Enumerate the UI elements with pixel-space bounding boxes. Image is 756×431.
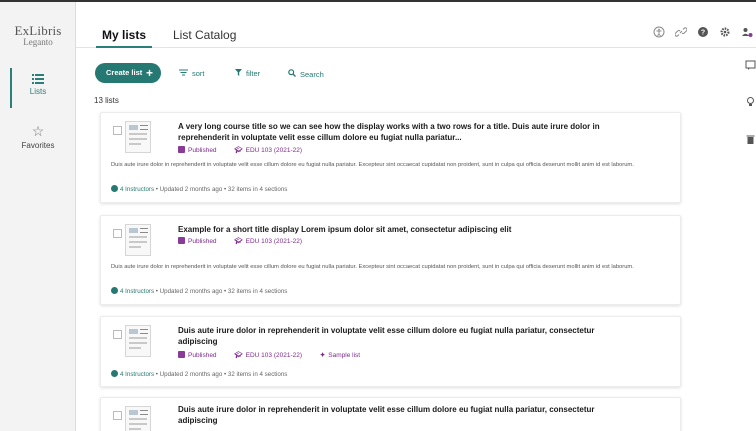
select-checkbox[interactable] <box>113 126 122 135</box>
sidebar-item-favorites[interactable]: ☆ Favorites <box>0 124 76 150</box>
document-icon <box>125 121 151 153</box>
sparkle-icon: ✦ <box>319 352 326 359</box>
course-label: EDU 103 (2021-22) <box>245 238 303 245</box>
filter-icon <box>235 69 242 78</box>
list-icon <box>32 74 44 84</box>
document-icon <box>125 224 151 256</box>
list-meta: Published 🎓︎ EDU 103 (2021-22) ✦ Sample li… <box>178 351 360 361</box>
tab-list-catalog[interactable]: List Catalog <box>173 28 236 42</box>
list-meta: Published 🎓︎ EDU 103 (2021-22) <box>178 146 302 156</box>
list-count: 13 lists <box>94 96 119 105</box>
list-description: Duis aute irure dolor in reprehenderit i… <box>111 162 634 168</box>
create-list-label: Create list <box>106 68 143 77</box>
graduation-cap-icon: 🎓︎ <box>234 352 243 359</box>
tab-label: List Catalog <box>173 28 237 42</box>
user-icon[interactable] <box>740 26 754 40</box>
app-frame: ExLibris Leganto Lists ☆ Favorites My li… <box>0 0 756 431</box>
list-thumbnail <box>113 325 153 357</box>
list-thumbnail <box>113 406 153 431</box>
comment-icon[interactable] <box>745 60 756 71</box>
list-footer: 4 Instructors • Updated 2 months ago • 3… <box>111 287 287 296</box>
filter-label: filter <box>246 69 261 78</box>
list-thumbnail <box>113 121 153 153</box>
sort-label: sort <box>192 69 205 78</box>
list-card[interactable]: Duis aute irure dolor in reprehenderit i… <box>100 316 681 387</box>
sidebar-item-lists[interactable]: Lists <box>0 68 76 112</box>
create-list-button[interactable]: Create list + <box>95 63 161 83</box>
list-card[interactable]: Duis aute irure dolor in reprehenderit i… <box>100 397 681 431</box>
course-label: EDU 103 (2021-22) <box>245 147 303 154</box>
sidebar-item-label: Favorites <box>21 141 55 150</box>
link-icon[interactable] <box>674 26 688 40</box>
status-label: Published <box>188 352 217 359</box>
settings-icon[interactable] <box>718 26 732 40</box>
search-label: Search <box>300 70 324 79</box>
lightbulb-icon[interactable] <box>745 96 756 107</box>
tab-label: My lists <box>102 28 147 42</box>
list-thumbnail <box>113 224 153 256</box>
instructors-link[interactable]: 4 Instructors <box>111 185 154 193</box>
list-card[interactable]: Example for a short title display Lorem … <box>100 215 681 305</box>
active-indicator <box>10 68 12 108</box>
graduation-cap-icon: 🎓︎ <box>234 238 243 245</box>
right-rail <box>740 50 756 431</box>
document-icon <box>125 406 151 431</box>
active-tab-underline <box>96 46 153 48</box>
trash-icon[interactable] <box>745 134 756 145</box>
instructor-icon <box>111 287 118 294</box>
list-footer: 4 Instructors • Updated 2 months ago • 3… <box>111 185 287 194</box>
instructor-icon <box>111 370 118 377</box>
select-checkbox[interactable] <box>113 229 122 238</box>
instructors-link[interactable]: 4 Instructors <box>111 287 154 295</box>
list-stats: • Updated 2 months ago • 32 items in 4 s… <box>155 186 288 193</box>
select-checkbox[interactable] <box>113 411 122 420</box>
search-icon <box>288 69 296 79</box>
published-icon <box>178 351 185 358</box>
list-title[interactable]: A very long course title so we can see h… <box>178 121 608 143</box>
top-bar: My lists List Catalog ? <box>76 2 756 48</box>
filter-button[interactable]: filter <box>235 69 260 78</box>
sample-label: Sample list <box>328 352 361 359</box>
plus-icon: + <box>145 66 153 80</box>
star-icon: ☆ <box>31 123 45 139</box>
tab-my-lists[interactable]: My lists <box>96 28 153 48</box>
help-icon[interactable]: ? <box>696 26 710 40</box>
list-footer: 4 Instructors • Updated 2 months ago • 3… <box>111 370 287 379</box>
select-checkbox[interactable] <box>113 330 122 339</box>
accessibility-icon[interactable] <box>652 26 666 40</box>
document-icon <box>125 325 151 357</box>
svg-text:?: ? <box>701 30 705 37</box>
list-stats: • Updated 2 months ago • 32 items in 4 s… <box>155 371 288 378</box>
course-label: EDU 103 (2021-22) <box>245 352 303 359</box>
published-icon <box>178 146 185 153</box>
list-stats: • Updated 2 months ago • 32 items in 4 s… <box>155 288 288 295</box>
left-sidebar: ExLibris Leganto Lists ☆ Favorites <box>0 2 76 431</box>
published-icon <box>178 237 185 244</box>
list-meta: Published 🎓︎ EDU 103 (2021-22) <box>178 237 302 247</box>
logo: ExLibris Leganto <box>0 24 76 47</box>
sort-button[interactable]: sort <box>179 69 205 78</box>
search-button[interactable]: Search <box>288 69 324 79</box>
list-description: Duis aute irure dolor in reprehenderit i… <box>111 264 634 270</box>
list-title[interactable]: Duis aute irure dolor in reprehenderit i… <box>178 404 608 426</box>
logo-brand: ExLibris <box>14 23 62 38</box>
instructors-link[interactable]: 4 Instructors <box>111 370 154 378</box>
list-title[interactable]: Example for a short title display Lorem … <box>178 224 608 235</box>
list-title[interactable]: Duis aute irure dolor in reprehenderit i… <box>178 325 608 347</box>
status-label: Published <box>188 238 217 245</box>
sort-icon <box>179 69 188 78</box>
instructor-icon <box>111 185 118 192</box>
status-label: Published <box>188 147 217 154</box>
list-card[interactable]: A very long course title so we can see h… <box>100 112 681 203</box>
graduation-cap-icon: 🎓︎ <box>234 147 243 154</box>
logo-product: Leganto <box>23 37 53 47</box>
